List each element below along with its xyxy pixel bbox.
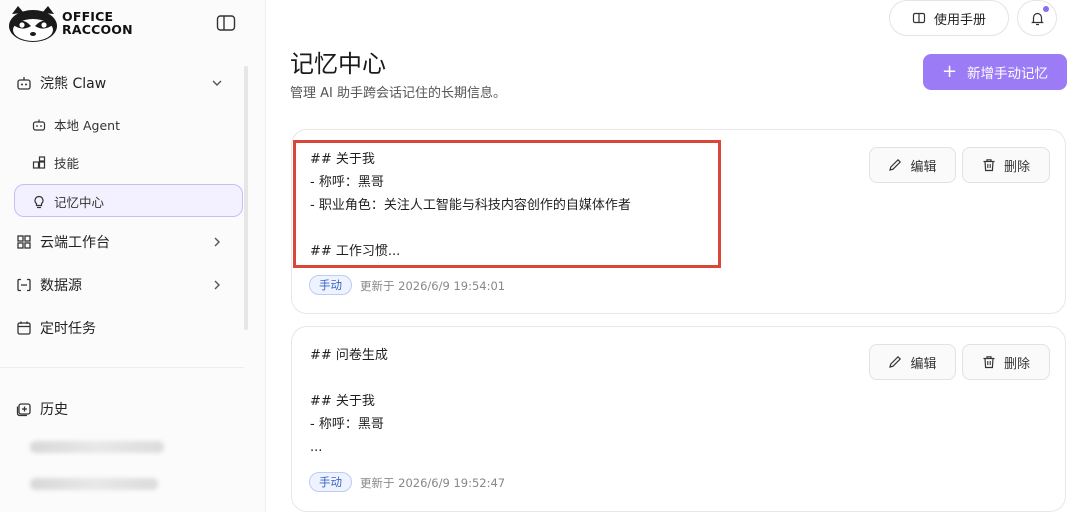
plus-icon: + (941, 61, 958, 82)
pencil-icon (889, 158, 902, 171)
skills-icon (32, 155, 46, 169)
trash-icon (983, 159, 995, 172)
user-manual-button[interactable]: 使用手册 (889, 0, 1009, 36)
sidebar-item-label: 数据源 (40, 278, 82, 294)
sidebar-item-label: 记忆中心 (54, 195, 105, 210)
database-icon (17, 278, 31, 292)
page-description: 管理 AI 助手跨会话记住的长期信息。 (290, 86, 506, 101)
sidebar-item-memory-center[interactable]: 记忆中心 (32, 192, 104, 211)
page-title: 记忆中心 (290, 50, 386, 78)
memory-card[interactable]: ## 关于我 - 称呼：黑哥 - 职业角色：关注人工智能与科技内容创作的自媒体作… (291, 129, 1066, 314)
delete-button[interactable]: 删除 (962, 147, 1050, 183)
sidebar-item-claw[interactable]: 浣熊 Claw (16, 73, 106, 93)
pencil-icon (889, 355, 902, 368)
add-memory-label: 新增手动记忆 (967, 66, 1049, 82)
sidebar-item-label: 浣熊 Claw (40, 76, 107, 92)
history-item-redacted[interactable] (30, 441, 164, 453)
sidebar-item-skills[interactable]: 技能 (32, 153, 79, 172)
updated-time: 更新于 2026/6/9 19:54:01 (360, 279, 506, 293)
sidebar-history-label: 历史 (40, 402, 68, 418)
edit-button[interactable]: 编辑 (869, 344, 956, 380)
manual-tag: 手动 (309, 472, 352, 492)
edit-button[interactable]: 编辑 (869, 147, 956, 183)
sidebar-history-header[interactable]: 历史 (16, 399, 68, 419)
sidebar: OFFICE RACCOON 浣熊 Claw 本地 Agent 技能 记忆中心 … (0, 0, 266, 512)
user-manual-label: 使用手册 (933, 12, 986, 28)
sidebar-item-label: 定时任务 (40, 321, 96, 337)
notification-dot (1043, 6, 1049, 12)
manual-tag: 手动 (309, 275, 352, 295)
sidebar-scrollbar[interactable] (244, 66, 248, 330)
sidebar-item-label: 本地 Agent (54, 118, 120, 133)
sidebar-toggle-icon[interactable] (216, 14, 236, 32)
brand-name: OFFICE RACCOON (62, 10, 133, 36)
raccoon-logo (9, 6, 57, 42)
chevron-right-icon[interactable] (211, 236, 223, 248)
memory-content: ## 关于我 - 称呼：黑哥 - 职业角色：关注人工智能与科技内容创作的自媒体作… (310, 152, 631, 259)
edit-label: 编辑 (910, 159, 937, 175)
trash-icon (983, 356, 995, 369)
book-icon (912, 12, 926, 24)
edit-label: 编辑 (910, 356, 937, 372)
robot-icon (17, 77, 31, 90)
sidebar-item-cloud-workbench[interactable]: 云端工作台 (16, 232, 110, 252)
delete-label: 删除 (1003, 356, 1030, 372)
bulb-icon (34, 195, 44, 208)
memory-card[interactable]: ## 问卷生成 ## 关于我 - 称呼：黑哥 ... 编辑 删除 手动 更新于 … (291, 326, 1066, 512)
history-item-redacted[interactable] (30, 478, 158, 490)
bell-icon (1030, 12, 1044, 25)
sidebar-divider (0, 367, 244, 368)
notifications-button[interactable] (1017, 0, 1057, 36)
memory-content: ## 问卷生成 ## 关于我 - 称呼：黑哥 ... (310, 348, 388, 455)
chevron-down-icon[interactable] (211, 77, 223, 89)
delete-label: 删除 (1003, 159, 1030, 175)
add-memory-button[interactable]: + 新增手动记忆 (923, 54, 1067, 90)
sidebar-item-scheduled-tasks[interactable]: 定时任务 (16, 318, 96, 338)
sidebar-item-label: 技能 (54, 156, 80, 171)
calendar-icon (17, 321, 31, 335)
sidebar-item-label: 云端工作台 (40, 235, 110, 251)
sidebar-item-data-source[interactable]: 数据源 (16, 275, 82, 295)
chevron-right-icon[interactable] (211, 279, 223, 291)
updated-time: 更新于 2026/6/9 19:52:47 (360, 476, 506, 490)
brand-line-2: RACCOON (62, 22, 133, 37)
history-icon (16, 403, 31, 417)
sidebar-item-local-agent[interactable]: 本地 Agent (32, 115, 120, 134)
grid-icon (17, 235, 31, 249)
delete-button[interactable]: 删除 (962, 344, 1050, 380)
agent-icon (32, 119, 46, 131)
